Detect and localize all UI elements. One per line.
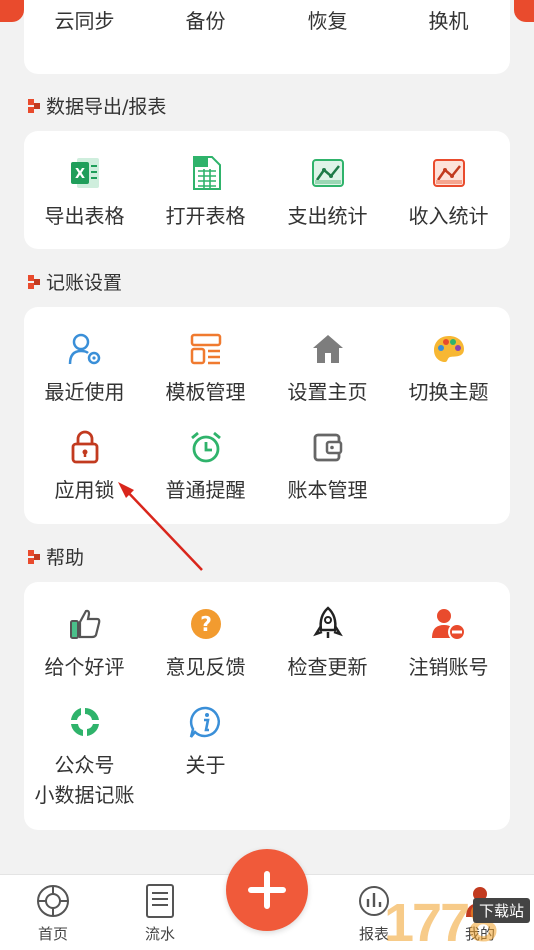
about-label: 关于 (185, 753, 226, 777)
corner-badge-left (0, 0, 24, 22)
settings-card: 最近使用 模板管理 设置主页 切换主题 应用锁 普通提醒 账本管理 (24, 307, 510, 524)
home-tab-icon (37, 885, 69, 917)
question-icon: ? (186, 604, 226, 644)
section-marker-icon (28, 549, 40, 564)
remove-user-icon (429, 604, 469, 644)
about-item[interactable]: 关于 (145, 702, 266, 778)
income-chart-icon (429, 153, 469, 193)
plus-icon (248, 871, 286, 909)
help-card: 给个好评 ? 意见反馈 检查更新 注销账号 公众号 小数据记账 关于 (24, 582, 510, 830)
expense-stats-item[interactable]: 支出统计 (267, 153, 388, 229)
feedback-label: 意见反馈 (165, 655, 246, 679)
thumbs-up-icon (65, 604, 105, 644)
user-settings-icon (65, 329, 105, 369)
section-marker-icon (28, 98, 40, 113)
set-home-item[interactable]: 设置主页 (267, 329, 388, 405)
set-home-label: 设置主页 (287, 380, 368, 404)
settings-section-header: 记账设置 (28, 268, 122, 295)
export-card: X 导出表格 打开表格 支出统计 收入统计 (24, 131, 510, 249)
export-table-label: 导出表格 (44, 204, 125, 228)
switch-device-icon (429, 0, 469, 4)
rate-us-label: 给个好评 (44, 655, 125, 679)
backup-item[interactable]: 备份 (145, 0, 266, 34)
section-marker-icon (28, 274, 40, 289)
lock-icon (65, 427, 105, 467)
recent-use-label: 最近使用 (44, 380, 125, 404)
switch-device-item[interactable]: 换机 (388, 0, 509, 34)
official-account-label: 公众号 (54, 753, 115, 777)
open-table-label: 打开表格 (165, 204, 246, 228)
export-table-item[interactable]: X 导出表格 (24, 153, 145, 229)
annotation-arrow (118, 482, 203, 571)
income-stats-label: 收入统计 (408, 204, 489, 228)
template-label: 模板管理 (165, 380, 246, 404)
palette-icon (429, 329, 469, 369)
tab-ledger[interactable]: 流水 (130, 883, 190, 944)
recent-use-item[interactable]: 最近使用 (24, 329, 145, 405)
open-table-item[interactable]: 打开表格 (145, 153, 266, 229)
svg-text:?: ? (200, 612, 212, 636)
export-section-header: 数据导出/报表 (28, 92, 166, 119)
expense-stats-label: 支出统计 (287, 204, 368, 228)
delete-account-label: 注销账号 (408, 655, 489, 679)
delete-account-item[interactable]: 注销账号 (388, 604, 509, 680)
template-item[interactable]: 模板管理 (145, 329, 266, 405)
wallet-icon (308, 427, 348, 467)
switch-theme-item[interactable]: 切换主题 (388, 329, 509, 405)
excel-icon: X (65, 153, 105, 193)
check-update-label: 检查更新 (287, 655, 368, 679)
ledger-tab-icon (146, 884, 174, 918)
info-icon (186, 702, 226, 742)
restore-label: 恢复 (307, 9, 348, 33)
cloud-sync-icon (65, 0, 105, 4)
rate-us-item[interactable]: 给个好评 (24, 604, 145, 680)
restore-item[interactable]: 恢复 (267, 0, 388, 34)
cloud-sync-item[interactable]: 云同步 (24, 0, 145, 34)
help-section-header: 帮助 (28, 543, 84, 570)
official-account-name: 小数据记账 (34, 783, 135, 807)
svg-text:X: X (74, 167, 84, 182)
tab-ledger-label: 流水 (144, 925, 175, 943)
backup-icon (186, 0, 226, 4)
expense-chart-icon (308, 153, 348, 193)
help-section-title: 帮助 (46, 547, 85, 569)
rocket-icon (308, 604, 348, 644)
ledger-manage-item[interactable]: 账本管理 (267, 427, 388, 503)
corner-badge-right (514, 0, 534, 22)
switch-device-label: 换机 (428, 9, 469, 33)
app-lock-label: 应用锁 (54, 478, 115, 502)
tab-home[interactable]: 首页 (23, 883, 83, 944)
switch-theme-label: 切换主题 (408, 380, 489, 404)
sync-card: 云同步 备份 恢复 换机 (24, 0, 510, 74)
home-icon (308, 329, 348, 369)
wechat-official-icon (65, 702, 105, 742)
official-account-item[interactable]: 公众号 小数据记账 (24, 702, 145, 808)
feedback-item[interactable]: ? 意见反馈 (145, 604, 266, 680)
spreadsheet-icon (186, 153, 226, 193)
export-section-title: 数据导出/报表 (46, 96, 167, 118)
check-update-item[interactable]: 检查更新 (267, 604, 388, 680)
tab-home-label: 首页 (37, 925, 68, 943)
backup-label: 备份 (185, 9, 226, 33)
restore-icon (308, 0, 348, 4)
income-stats-item[interactable]: 收入统计 (388, 153, 509, 229)
settings-section-title: 记账设置 (46, 272, 123, 294)
add-record-button[interactable] (226, 849, 308, 931)
watermark: 1778 下载站 (304, 880, 534, 950)
ledger-manage-label: 账本管理 (287, 478, 368, 502)
template-icon (186, 329, 226, 369)
cloud-sync-label: 云同步 (54, 9, 115, 33)
watermark-text: 下载站 (472, 898, 530, 923)
alarm-clock-icon (186, 427, 226, 467)
